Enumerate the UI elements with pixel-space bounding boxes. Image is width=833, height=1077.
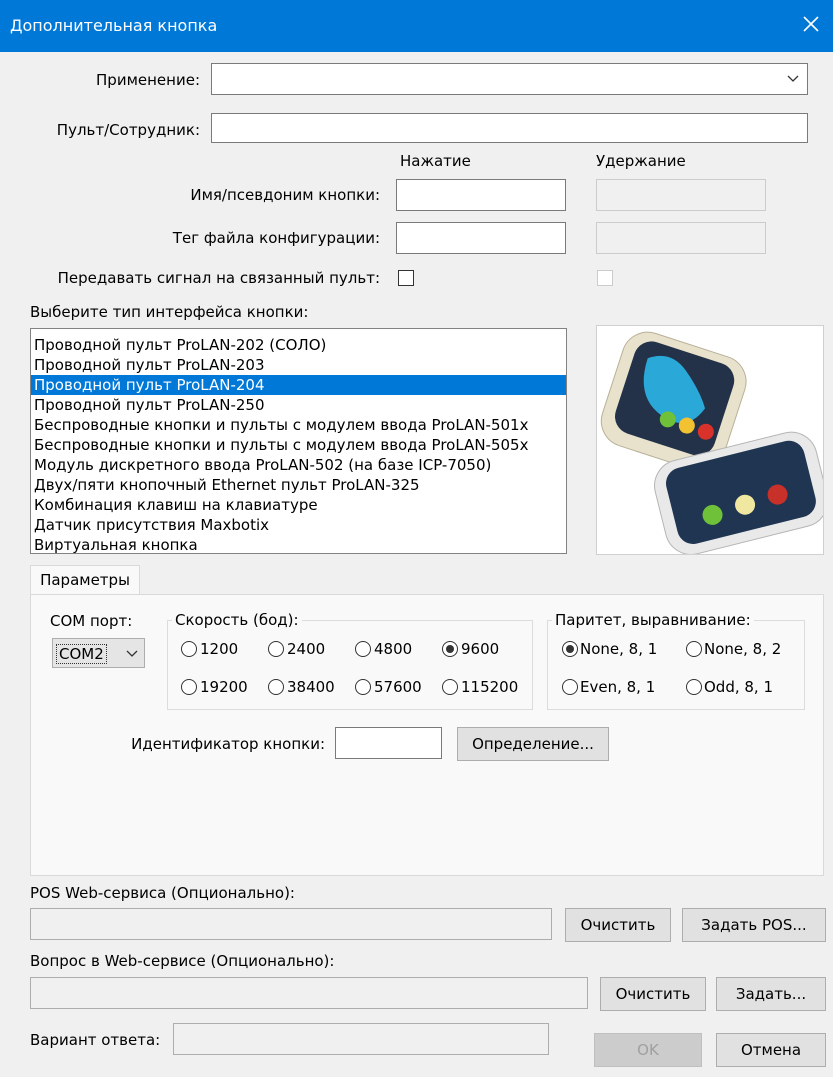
press-column-header: Нажатие: [400, 152, 471, 170]
config-tag-press-input[interactable]: [396, 222, 566, 254]
parity-odd-8-1-label: Odd, 8, 1: [704, 678, 774, 696]
title-bar: Дополнительная кнопка: [0, 0, 833, 52]
interface-type-label: Выберите тип интерфейса кнопки:: [30, 303, 309, 321]
send-signal-label: Передавать сигнал на связанный пульт:: [57, 269, 380, 287]
speed-4800-label: 4800: [374, 640, 413, 658]
speed-115200-label: 115200: [461, 678, 519, 696]
list-item[interactable]: Модуль дискретного ввода ProLAN-502 (на …: [31, 455, 566, 475]
list-item[interactable]: Двух/пяти кнопочный Ethernet пульт ProLA…: [31, 475, 566, 495]
speed-9600-label: 9600: [461, 640, 500, 658]
application-select[interactable]: [211, 63, 808, 95]
pos-set-button[interactable]: Задать POS...: [682, 908, 826, 942]
config-tag-hold-input: [596, 222, 766, 254]
question-set-button[interactable]: Задать...: [716, 977, 826, 1011]
list-item[interactable]: Виртуальная кнопка: [31, 535, 566, 553]
close-icon[interactable]: [797, 10, 825, 38]
parity-none-8-1-radio[interactable]: [562, 641, 578, 657]
ok-button: OK: [594, 1033, 702, 1067]
parity-group-label: Паритет, выравнивание:: [552, 611, 754, 629]
speed-115200-radio[interactable]: [442, 679, 458, 695]
button-name-hold-input: [596, 179, 766, 211]
list-item[interactable]: Комбинация клавиш на клавиатуре: [31, 495, 566, 515]
remote-input[interactable]: [211, 113, 808, 143]
device-image: [596, 325, 829, 555]
speed-19200-radio[interactable]: [181, 679, 197, 695]
remote-label: Пульт/Сотрудник:: [56, 121, 200, 139]
button-id-label: Идентификатор кнопки:: [131, 735, 325, 753]
send-signal-hold-checkbox: [597, 270, 613, 286]
chevron-down-icon: [126, 650, 138, 657]
speed-19200-label: 19200: [200, 678, 248, 696]
parity-none-8-2-radio[interactable]: [686, 641, 702, 657]
send-signal-press-checkbox[interactable]: [398, 270, 414, 286]
parity-group: [547, 620, 805, 710]
speed-2400-label: 2400: [287, 640, 326, 658]
answer-label: Вариант ответа:: [30, 1031, 161, 1049]
parity-none-8-1-label: None, 8, 1: [580, 640, 658, 658]
list-item[interactable]: Проводной пульт ProLAN-250: [31, 395, 566, 415]
interface-listbox[interactable]: Проводной пульт ProLAN-202 (СОЛО) Провод…: [30, 328, 567, 554]
window-title: Дополнительная кнопка: [10, 16, 218, 35]
com-port-value: COM2: [56, 644, 107, 664]
config-tag-label: Тег файла конфигурации:: [172, 229, 380, 247]
hold-column-header: Удержание: [596, 152, 686, 170]
question-label: Вопрос в Web-сервисе (Опционально):: [30, 952, 335, 970]
answer-input: [173, 1023, 549, 1055]
com-port-label: COM порт:: [50, 612, 133, 630]
question-input: [30, 977, 588, 1009]
button-name-label: Имя/псевдоним кнопки:: [190, 186, 380, 204]
button-id-input[interactable]: [335, 727, 442, 759]
chevron-down-icon: [787, 75, 799, 82]
list-item[interactable]: Беспроводные кнопки и пульты с модулем в…: [31, 415, 566, 435]
speed-1200-label: 1200: [200, 640, 239, 658]
speed-57600-label: 57600: [374, 678, 422, 696]
speed-57600-radio[interactable]: [355, 679, 371, 695]
list-item[interactable]: Беспроводные кнопки и пульты с модулем в…: [31, 435, 566, 455]
list-item[interactable]: Проводной пульт ProLAN-202 (СОЛО): [31, 335, 566, 355]
speed-group: [167, 620, 533, 710]
speed-4800-radio[interactable]: [355, 641, 371, 657]
pos-clear-button[interactable]: Очистить: [565, 908, 671, 942]
parity-none-8-2-label: None, 8, 2: [704, 640, 782, 658]
pos-label: POS Web-сервиса (Опционально):: [30, 884, 295, 902]
question-clear-button[interactable]: Очистить: [600, 977, 706, 1011]
speed-9600-radio[interactable]: [442, 641, 458, 657]
speed-38400-label: 38400: [287, 678, 335, 696]
list-item[interactable]: Датчик присутствия Maxbotix: [31, 515, 566, 535]
detect-button[interactable]: Определение...: [457, 727, 609, 761]
com-port-select[interactable]: COM2: [52, 638, 145, 668]
speed-2400-radio[interactable]: [268, 641, 284, 657]
tab-parameters[interactable]: Параметры: [30, 565, 140, 595]
pos-input: [30, 908, 552, 940]
parity-even-8-1-label: Even, 8, 1: [580, 678, 656, 696]
list-item-selected[interactable]: Проводной пульт ProLAN-204: [31, 375, 566, 395]
speed-1200-radio[interactable]: [181, 641, 197, 657]
list-item[interactable]: Проводной пульт ProLAN-203: [31, 355, 566, 375]
speed-38400-radio[interactable]: [268, 679, 284, 695]
parity-odd-8-1-radio[interactable]: [686, 679, 702, 695]
speed-group-label: Скорость (бод):: [172, 611, 302, 629]
application-label: Применение:: [96, 71, 200, 89]
parity-even-8-1-radio[interactable]: [562, 679, 578, 695]
cancel-button[interactable]: Отмена: [716, 1033, 826, 1067]
button-name-press-input[interactable]: [396, 179, 566, 211]
